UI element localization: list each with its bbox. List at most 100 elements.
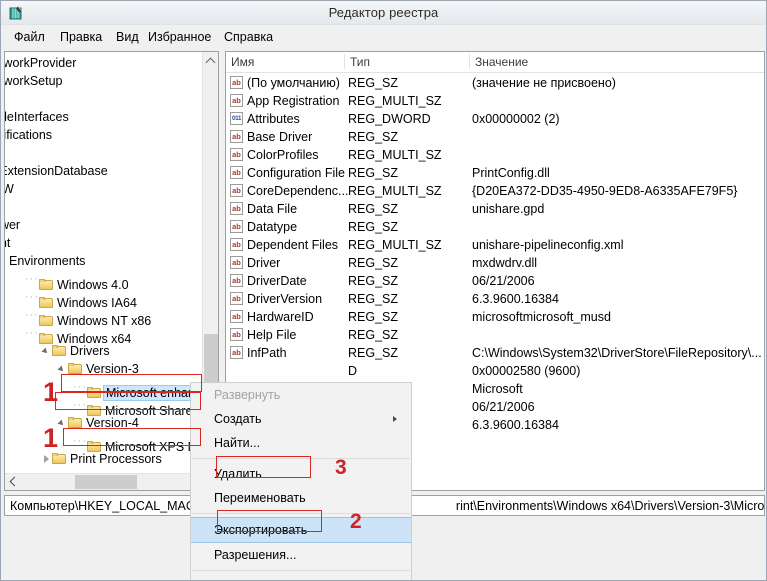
tree-horizontal-scrollbar[interactable]: [5, 473, 218, 490]
value-name-text: DriverVersion: [247, 292, 323, 306]
tree-node[interactable]: Environments: [5, 252, 203, 270]
chevron-left-icon[interactable]: [5, 474, 22, 490]
registry-value-row[interactable]: ab Driver REG_SZ mxdwdrv.dll: [226, 254, 764, 272]
submenu-arrow-icon: [393, 416, 397, 422]
menu-favorites[interactable]: Избранное: [145, 29, 214, 45]
window-title: Редактор реестра: [328, 5, 439, 20]
context-menu-item[interactable]: Найти...: [191, 431, 411, 455]
string-value-icon: ab: [230, 256, 243, 269]
list-column-header: Имя Тип Значение: [226, 52, 764, 73]
tree-node[interactable]: si: [5, 144, 203, 162]
string-value-icon: ab: [230, 130, 243, 143]
triangle-down-icon[interactable]: [57, 417, 68, 428]
registry-editor-window: Редактор реестра Файл Правка Вид Избранн…: [0, 0, 767, 581]
registry-value-row[interactable]: ab Data File REG_SZ unishare.gpd: [226, 200, 764, 218]
menu-view[interactable]: Вид: [113, 29, 142, 45]
context-menu-item[interactable]: Создать: [191, 407, 411, 431]
context-menu-item[interactable]: Копировать имя раздела: [191, 574, 411, 580]
value-data-cell: Microsoft: [472, 382, 523, 396]
registry-value-row[interactable]: ab (По умолчанию) REG_SZ (значение не присв…: [226, 74, 764, 92]
value-name-text: HardwareID: [247, 310, 314, 324]
context-menu-item[interactable]: Экспортировать: [191, 517, 411, 543]
triangle-right-icon[interactable]: [41, 453, 52, 464]
tree-node[interactable]: sExtensionDatabase: [5, 162, 203, 180]
chevron-up-icon[interactable]: [203, 52, 218, 69]
registry-value-row[interactable]: ab CoreDependenc... REG_MULTI_SZ {D20EA372-…: [226, 182, 764, 200]
tree-node[interactable]: ··· Microsoft XPS Doc: [5, 432, 203, 454]
tree-node[interactable]: etworkSetup: [5, 72, 203, 90]
menu-file[interactable]: Файл: [11, 29, 48, 45]
context-menu-item[interactable]: Удалить: [191, 462, 411, 486]
tree-connector: ···: [25, 309, 39, 321]
value-type-cell: REG_SZ: [348, 220, 399, 234]
string-value-icon: ab: [230, 76, 243, 89]
triangle-down-icon[interactable]: [41, 345, 52, 356]
value-data-cell: PrintConfig.dll: [472, 166, 550, 180]
tree-node[interactable]: s: [5, 90, 203, 108]
tree-node-label: rint: [5, 236, 11, 250]
value-name-cell: ab Driver: [230, 254, 348, 272]
value-data-cell: {D20EA372-DD35-4950-9ED8-A6335AFE79F5}: [472, 184, 738, 198]
context-menu-separator: [192, 513, 410, 514]
value-type-cell: REG_MULTI_SZ: [348, 184, 442, 198]
string-value-icon: ab: [230, 292, 243, 305]
registry-value-row[interactable]: ab Dependent Files REG_MULTI_SZ unishare-pi…: [226, 236, 764, 254]
value-name-text: Data File: [247, 202, 298, 216]
registry-value-row[interactable]: ab Datatype REG_SZ: [226, 218, 764, 236]
column-header-name[interactable]: Имя: [226, 55, 344, 73]
menu-edit[interactable]: Правка: [57, 29, 105, 45]
folder-icon: [52, 345, 67, 357]
string-value-icon: ab: [230, 202, 243, 215]
registry-value-row[interactable]: ab Help File REG_SZ: [226, 326, 764, 344]
value-data-cell: 6.3.9600.16384: [472, 418, 559, 432]
registry-value-row[interactable]: ab Base Driver REG_SZ: [226, 128, 764, 146]
tree-node[interactable]: etworkProvider: [5, 54, 203, 72]
registry-value-row[interactable]: ab DriverVersion REG_SZ 6.3.9600.16384: [226, 290, 764, 308]
tree-node[interactable]: rint: [5, 234, 203, 252]
annotation-number-3: 3: [335, 456, 347, 479]
column-header-type[interactable]: Тип: [345, 55, 469, 73]
tree-node[interactable]: Drivers: [5, 342, 203, 360]
registry-value-row[interactable]: ab App Registration REG_MULTI_SZ: [226, 92, 764, 110]
registry-value-row[interactable]: ab InfPath REG_SZ C:\Windows\System32\Drive…: [226, 344, 764, 362]
tree-connector: ···: [25, 327, 39, 339]
registry-value-row[interactable]: 011 Attributes REG_DWORD 0x00000002 (2): [226, 110, 764, 128]
tree-node[interactable]: CW: [5, 180, 203, 198]
tree-node-label: otifications: [5, 128, 53, 142]
context-menu-item: Развернуть: [191, 383, 411, 407]
tree-node[interactable]: iP: [5, 198, 203, 216]
tree-node[interactable]: ··· Microsoft enhance: [5, 378, 203, 401]
value-name-text: Configuration File: [247, 166, 345, 180]
registry-value-row[interactable]: ab HardwareID REG_SZ microsoftmicrosoft_mus…: [226, 308, 764, 326]
menu-help[interactable]: Справка: [221, 29, 276, 45]
tree-node[interactable]: ··· Windows 4.0: [5, 270, 203, 292]
value-name-text: InfPath: [247, 346, 287, 360]
tree-hscroll-thumb[interactable]: [75, 475, 137, 489]
column-header-value[interactable]: Значение: [470, 55, 764, 73]
value-type-cell: REG_SZ: [348, 76, 399, 90]
value-name-cell: ab InfPath: [230, 344, 348, 362]
tree-node[interactable]: odeInterfaces: [5, 108, 203, 126]
registry-value-row[interactable]: ab DriverDate REG_SZ 06/21/2006: [226, 272, 764, 290]
context-menu-item[interactable]: Разрешения...: [191, 543, 411, 567]
tree-node[interactable]: Version-3: [5, 360, 203, 378]
value-name-cell: ab Help File: [230, 326, 348, 344]
string-value-icon: ab: [230, 238, 243, 251]
tree-node-label: Version-3: [86, 362, 139, 376]
value-data-cell: (значение не присвоено): [472, 76, 616, 90]
status-path-left: Компьютер\HKEY_LOCAL_MACH: [10, 499, 204, 513]
value-data-cell: unishare-pipelineconfig.xml: [472, 238, 624, 252]
registry-value-row[interactable]: ab Configuration File REG_SZ PrintConfig.dl…: [226, 164, 764, 182]
context-menu-item[interactable]: Переименовать: [191, 486, 411, 510]
registry-value-row[interactable]: ab ColorProfiles REG_MULTI_SZ: [226, 146, 764, 164]
tree-node[interactable]: otifications: [5, 126, 203, 144]
triangle-down-icon[interactable]: [57, 363, 68, 374]
dword-value-icon: 011: [230, 112, 243, 125]
value-type-cell: REG_SZ: [348, 328, 399, 342]
registry-value-row[interactable]: D 0x00002580 (9600): [226, 362, 764, 380]
tree-node[interactable]: ower: [5, 216, 203, 234]
tree-connector: ···: [73, 435, 87, 447]
value-type-cell: REG_MULTI_SZ: [348, 148, 442, 162]
string-value-icon: ab: [230, 184, 243, 197]
value-name-text: CoreDependenc...: [247, 184, 348, 198]
